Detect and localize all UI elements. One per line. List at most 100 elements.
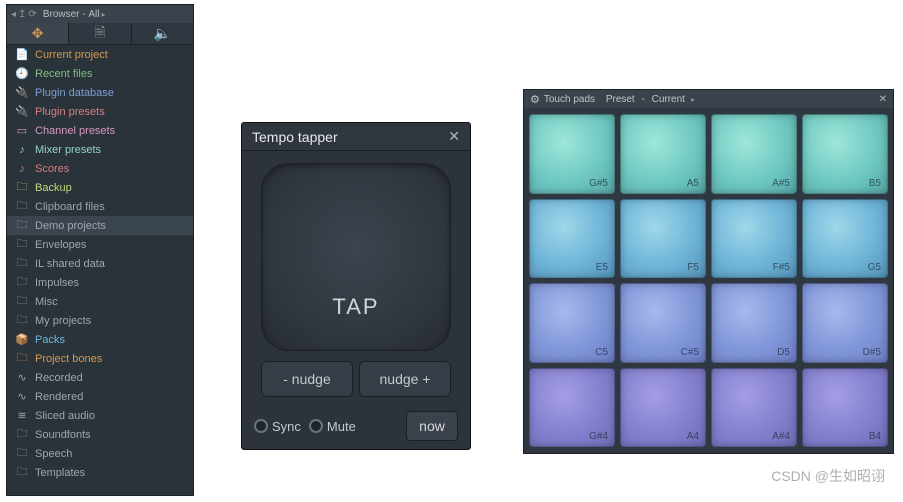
tempo-tapper-panel: Tempo tapper ✕ TAP - nudge nudge + Sync … bbox=[241, 122, 471, 450]
browser-item-label: Speech bbox=[35, 448, 72, 460]
browser-item[interactable]: 🗀Soundfonts bbox=[7, 425, 193, 444]
touch-pad[interactable]: F5 bbox=[620, 199, 706, 279]
browser-item-label: Mixer presets bbox=[35, 144, 101, 156]
touch-pads-panel: ⚙ Touch pads Preset - Current ▸ ✕ G#5 A5 A… bbox=[523, 89, 894, 454]
browser-item[interactable]: ∿Recorded bbox=[7, 368, 193, 387]
browser-item[interactable]: ♪Scores bbox=[7, 159, 193, 178]
browser-item-label: Templates bbox=[35, 467, 85, 479]
touch-pad[interactable]: A#5 bbox=[711, 114, 797, 194]
nav-up-icon[interactable]: ↥ bbox=[18, 9, 26, 20]
browser-item[interactable]: 🗀Demo projects bbox=[7, 216, 193, 235]
browser-item[interactable]: ≋Sliced audio bbox=[7, 406, 193, 425]
touch-pad[interactable]: A5 bbox=[620, 114, 706, 194]
browser-item[interactable]: 🗀 Templates bbox=[7, 463, 193, 482]
browser-item[interactable]: 📦Packs bbox=[7, 330, 193, 349]
touch-pad[interactable]: B4 bbox=[802, 368, 888, 448]
pad-note-label: G5 bbox=[868, 262, 881, 273]
pad-note-label: G#4 bbox=[589, 431, 608, 442]
browser-item[interactable]: 🔌Plugin presets bbox=[7, 102, 193, 121]
toolbar-crosshair-button[interactable]: ✥ bbox=[7, 23, 69, 44]
touch-pad[interactable]: E5 bbox=[529, 199, 615, 279]
touch-pad[interactable]: A4 bbox=[620, 368, 706, 448]
pad-note-label: F#5 bbox=[773, 262, 790, 273]
browser-item[interactable]: 🗀My projects bbox=[7, 311, 193, 330]
touch-pad[interactable]: C5 bbox=[529, 283, 615, 363]
close-icon[interactable]: ✕ bbox=[448, 128, 460, 145]
touch-pad[interactable]: D5 bbox=[711, 283, 797, 363]
browser-item-label: Plugin presets bbox=[35, 106, 105, 118]
browser-item[interactable]: 🗀 Misc bbox=[7, 292, 193, 311]
browser-item-label: Backup bbox=[35, 182, 72, 194]
folder-icon: 🗀 bbox=[15, 216, 29, 235]
folder-icon: 🗀 bbox=[15, 463, 29, 482]
browser-item[interactable]: 🕘Recent files bbox=[7, 64, 193, 83]
folder-icon: 🗀 bbox=[15, 273, 29, 292]
touch-pad[interactable]: G#5 bbox=[529, 114, 615, 194]
browser-item-label: My projects bbox=[35, 315, 91, 327]
pad-note-label: A#5 bbox=[772, 178, 790, 189]
preset-label[interactable]: Preset bbox=[606, 94, 635, 105]
gear-icon[interactable]: ⚙ bbox=[530, 93, 540, 106]
close-icon[interactable]: ✕ bbox=[879, 94, 887, 105]
touch-pad[interactable]: B5 bbox=[802, 114, 888, 194]
touch-pad[interactable]: F#5 bbox=[711, 199, 797, 279]
mute-toggle[interactable]: Mute bbox=[309, 419, 356, 434]
browser-item[interactable]: ♪ Mixer presets bbox=[7, 140, 193, 159]
browser-item[interactable]: 🗀 Backup bbox=[7, 178, 193, 197]
browser-item-label: Current project bbox=[35, 49, 108, 61]
browser-toolbar: ✥ 🗎 🔈 bbox=[7, 23, 193, 45]
nav-back-icon[interactable]: ◂ bbox=[11, 9, 16, 20]
tap-label: TAP bbox=[332, 294, 379, 320]
browser-panel: ◂ ↥ ⟳ Browser - All ▸ ✥ 🗎 🔈 📄Current pro… bbox=[6, 4, 194, 496]
folder-icon: 📦 bbox=[15, 333, 29, 346]
browser-item[interactable]: 🗀Impulses bbox=[7, 273, 193, 292]
touch-pad[interactable]: C#5 bbox=[620, 283, 706, 363]
folder-icon: ♪ bbox=[15, 144, 29, 156]
folder-icon: 🗀 bbox=[15, 178, 29, 197]
pad-note-label: A5 bbox=[687, 178, 699, 189]
toolbar-speaker-button[interactable]: 🔈 bbox=[132, 23, 193, 44]
browser-item-label: Recorded bbox=[35, 372, 83, 384]
browser-item-label: Plugin database bbox=[35, 87, 114, 99]
browser-item-label: IL shared data bbox=[35, 258, 105, 270]
browser-item[interactable]: 🗀Speech bbox=[7, 444, 193, 463]
browser-list: 📄Current project🕘Recent files🔌Plugin dat… bbox=[7, 45, 193, 482]
pads-grid: G#5 A5 A#5 B5 E5F5 F#5 G5 C5 C#5 D5 D#5 G#4 A4A#4 B4 bbox=[524, 108, 893, 453]
now-button[interactable]: now bbox=[406, 411, 458, 441]
folder-icon: ≋ bbox=[15, 409, 29, 422]
touch-pad[interactable]: G5 bbox=[802, 199, 888, 279]
tap-pad[interactable]: TAP bbox=[261, 163, 451, 351]
pad-note-label: D5 bbox=[777, 347, 790, 358]
toolbar-clipboard-button[interactable]: 🗎 bbox=[69, 23, 131, 44]
browser-title[interactable]: Browser bbox=[43, 9, 80, 20]
pad-note-label: B4 bbox=[869, 431, 881, 442]
nav-reload-icon[interactable]: ⟳ bbox=[28, 9, 36, 20]
nudge-plus-button[interactable]: nudge + bbox=[359, 361, 451, 397]
folder-icon: 🗀 bbox=[15, 197, 29, 216]
touch-pad[interactable]: D#5 bbox=[802, 283, 888, 363]
nudge-minus-button[interactable]: - nudge bbox=[261, 361, 353, 397]
pad-note-label: G#5 bbox=[589, 178, 608, 189]
browser-item[interactable]: 📄Current project bbox=[7, 45, 193, 64]
browser-item-label: Project bones bbox=[35, 353, 102, 365]
browser-item[interactable]: 🗀Clipboard files bbox=[7, 197, 193, 216]
folder-icon: 🗀 bbox=[15, 292, 29, 311]
touch-pad[interactable]: G#4 bbox=[529, 368, 615, 448]
touch-pad[interactable]: A#4 bbox=[711, 368, 797, 448]
browser-item[interactable]: 🔌Plugin database bbox=[7, 83, 193, 102]
folder-icon: 🗀 bbox=[15, 349, 29, 368]
browser-item[interactable]: ▭Channel presets bbox=[7, 121, 193, 140]
tempo-tapper-title: Tempo tapper bbox=[252, 129, 338, 145]
browser-item[interactable]: ∿Rendered bbox=[7, 387, 193, 406]
folder-icon: 🗀 bbox=[15, 254, 29, 273]
touch-pads-titlebar: ⚙ Touch pads Preset - Current ▸ ✕ bbox=[524, 90, 893, 108]
browser-item[interactable]: 🗀Envelopes bbox=[7, 235, 193, 254]
browser-scope[interactable]: All bbox=[88, 9, 99, 20]
browser-item[interactable]: 🗀 IL shared data bbox=[7, 254, 193, 273]
pad-note-label: C5 bbox=[595, 347, 608, 358]
folder-icon: 🕘 bbox=[15, 67, 29, 80]
sync-toggle[interactable]: Sync bbox=[254, 419, 301, 434]
browser-item-label: Misc bbox=[35, 296, 58, 308]
browser-item[interactable]: 🗀 Project bones bbox=[7, 349, 193, 368]
preset-value[interactable]: Current bbox=[652, 94, 685, 105]
